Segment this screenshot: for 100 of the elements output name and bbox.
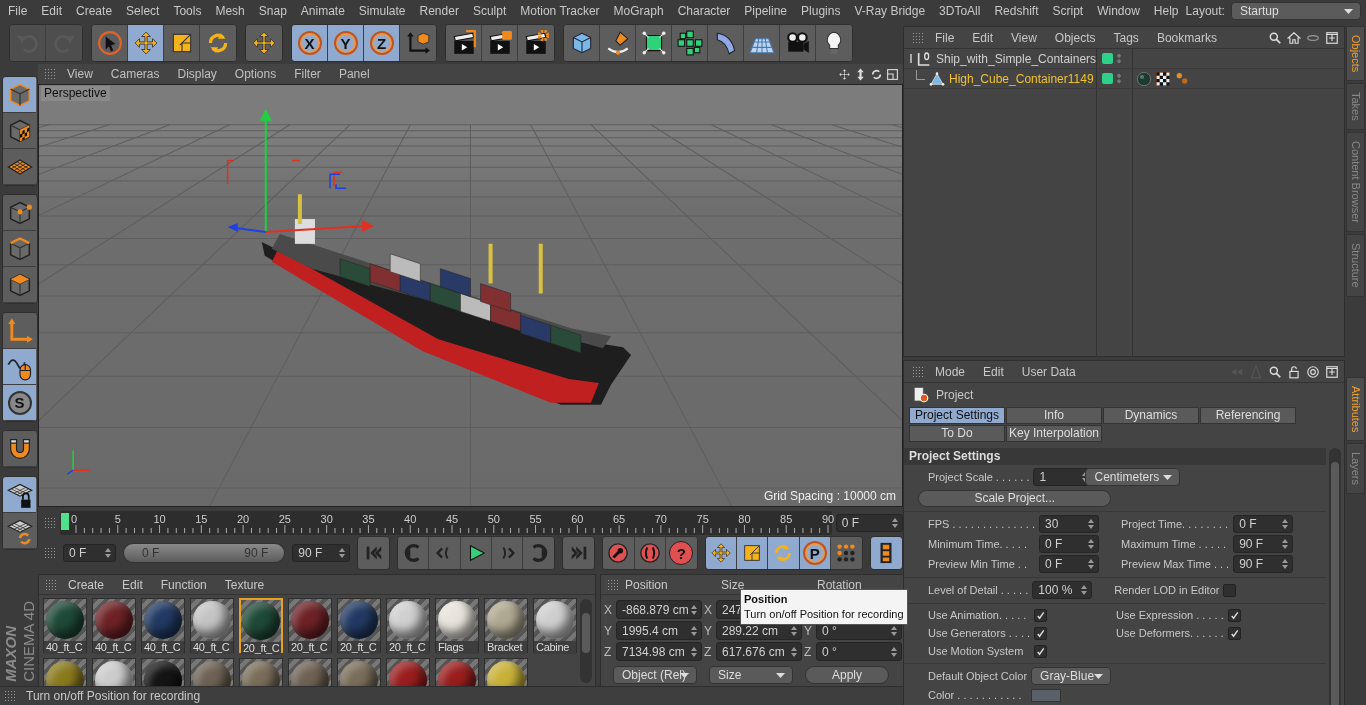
rotate-tool-button[interactable] xyxy=(768,537,800,569)
number-field[interactable]: 0 F xyxy=(1038,555,1099,573)
size-mode-dropdown[interactable]: Size xyxy=(709,666,793,684)
menu-item[interactable]: Window xyxy=(1090,4,1147,18)
menu-item[interactable]: Edit xyxy=(965,30,1001,45)
position-field[interactable]: 1995.4 cm xyxy=(616,621,702,640)
enabled-toggle[interactable] xyxy=(1102,73,1113,84)
material-tile[interactable]: Flags xyxy=(435,598,479,653)
checkbox[interactable] xyxy=(1223,583,1237,597)
axistool-tool-button[interactable] xyxy=(3,313,36,349)
tab[interactable]: Project Settings xyxy=(909,407,1005,424)
points-tool-button[interactable] xyxy=(3,195,36,231)
menu-item[interactable]: File xyxy=(1,4,35,18)
number-field[interactable]: 0 F xyxy=(1233,515,1294,533)
select-tool-button[interactable] xyxy=(92,25,128,61)
menu-item[interactable]: Script xyxy=(1045,4,1091,18)
viewport[interactable]: Perspective Grid Spacing : 10000 cm xyxy=(38,84,903,507)
enabled-toggle[interactable] xyxy=(1102,53,1113,64)
number-field[interactable]: 90 F xyxy=(1233,555,1294,573)
dock-tab[interactable]: Objects xyxy=(1346,26,1365,82)
size-field[interactable]: 617.676 cm xyxy=(716,642,802,661)
checkbox[interactable] xyxy=(1227,626,1241,640)
move-tool-button[interactable] xyxy=(246,25,282,61)
checkbox[interactable] xyxy=(1034,644,1048,658)
object-color-dropdown[interactable]: Gray-Blue xyxy=(1031,667,1112,685)
menu-item[interactable]: Tools xyxy=(166,4,209,18)
visibility-dots-icon[interactable] xyxy=(1117,53,1121,64)
end-frame-field[interactable]: 90 F xyxy=(292,544,350,562)
number-field[interactable]: 90 F xyxy=(1233,535,1294,553)
tweak-tool-button[interactable] xyxy=(3,349,36,385)
material-tile[interactable]: 40_ft_C xyxy=(92,598,136,653)
menu-item[interactable]: Help xyxy=(1146,4,1186,18)
menu-item[interactable]: File xyxy=(928,30,962,45)
scale-project-button[interactable]: Scale Project... xyxy=(918,490,1112,507)
axis-lock-button[interactable]: Y xyxy=(328,25,364,61)
material-tile[interactable]: 20_ft_C xyxy=(239,598,283,653)
timeline-ruler[interactable]: 0 5 10 15 20 25 30 35 40 45 50 55 60 65 70 75 80 85 90 xyxy=(60,510,832,535)
tab[interactable]: Dynamics xyxy=(1103,407,1199,424)
material-tile[interactable]: 40_ft_C xyxy=(190,598,234,653)
menu-item[interactable]: Create xyxy=(69,4,120,18)
unit-dropdown[interactable]: Centimeters xyxy=(1085,468,1181,486)
move-tool-button[interactable] xyxy=(128,25,164,61)
start-frame-field[interactable]: 0 F xyxy=(63,544,116,562)
menu-item[interactable]: Panel xyxy=(331,67,377,81)
axis-lock-button[interactable]: Z xyxy=(364,25,400,61)
menu-item[interactable]: Sculpt xyxy=(465,4,514,18)
level-of-detail-field[interactable]: 100 % xyxy=(1032,581,1093,599)
record-tool-button[interactable] xyxy=(603,537,635,569)
move-tool-button[interactable] xyxy=(705,537,738,569)
menu-item[interactable]: Objects xyxy=(1047,30,1103,45)
menu-item[interactable]: Options xyxy=(227,67,284,81)
color-swatch[interactable] xyxy=(1031,688,1062,702)
material-tile[interactable]: 20_ft_C xyxy=(288,598,332,653)
checkbox[interactable] xyxy=(1227,608,1241,622)
visibility-dots-icon[interactable] xyxy=(1117,73,1121,84)
menu-item[interactable]: Edit xyxy=(976,364,1011,379)
material-tile[interactable]: 20_ft_C xyxy=(337,598,381,653)
menu-item[interactable]: Tags xyxy=(1106,30,1146,45)
scale-tool-button[interactable] xyxy=(737,537,769,569)
menu-item[interactable]: Redshift xyxy=(987,4,1046,18)
menu-item[interactable]: Mesh xyxy=(208,4,252,18)
renderview-tool-button[interactable] xyxy=(446,25,482,61)
menu-item[interactable]: Edit xyxy=(34,4,70,18)
menu-item[interactable]: Function xyxy=(153,577,214,592)
checkbox[interactable] xyxy=(1034,626,1048,640)
current-frame-field[interactable]: 0 F xyxy=(835,513,903,532)
number-field[interactable]: 30 xyxy=(1038,515,1099,533)
menu-item[interactable]: View xyxy=(1004,30,1044,45)
layout-dropdown[interactable]: Startup xyxy=(1230,2,1361,20)
scrollbar[interactable] xyxy=(580,599,592,683)
rotation-field[interactable]: 0 ° xyxy=(816,642,902,661)
magnet-tool-button[interactable] xyxy=(3,431,36,467)
menu-item[interactable]: Create xyxy=(61,577,112,592)
menu-item[interactable]: Motion Tracker xyxy=(513,4,607,18)
menu-item[interactable]: Display xyxy=(170,67,224,81)
menu-item[interactable]: MoGraph xyxy=(606,4,671,18)
position-field[interactable]: 7134.98 cm xyxy=(616,642,702,661)
menu-item[interactable]: Snap xyxy=(251,4,294,18)
menu-item[interactable]: Character xyxy=(670,4,738,18)
number-field[interactable]: 0 F xyxy=(1038,535,1099,553)
object-name[interactable]: High_Cube_Container1149 xyxy=(949,71,1094,86)
menu-item[interactable]: Bookmarks xyxy=(1149,30,1224,45)
material-tile[interactable]: 40_ft_C xyxy=(141,598,185,653)
menu-item[interactable]: Filter xyxy=(287,67,328,81)
material-tile[interactable]: 40_ft_C xyxy=(43,598,87,653)
prevkey-tool-button[interactable] xyxy=(398,537,430,569)
menu-item[interactable]: Select xyxy=(119,4,167,18)
menu-item[interactable]: 3DToAll xyxy=(932,4,988,18)
menu-item[interactable]: V-Ray Bridge xyxy=(847,4,933,18)
position-field[interactable]: -868.879 cm xyxy=(616,600,702,619)
menu-item[interactable]: Render xyxy=(412,4,466,18)
object-name[interactable]: Ship_with_Simple_Containers xyxy=(936,51,1097,66)
menu-item[interactable]: View xyxy=(60,67,100,81)
menu-item[interactable]: Pipeline xyxy=(737,4,795,18)
model-tool-button[interactable] xyxy=(3,77,36,113)
tab[interactable]: To Do xyxy=(909,425,1005,442)
checkbox[interactable] xyxy=(1034,608,1048,622)
scrollbar[interactable] xyxy=(1329,448,1341,705)
material-tile[interactable]: 20_ft_C xyxy=(386,598,430,653)
menu-item[interactable]: Cameras xyxy=(103,67,167,81)
